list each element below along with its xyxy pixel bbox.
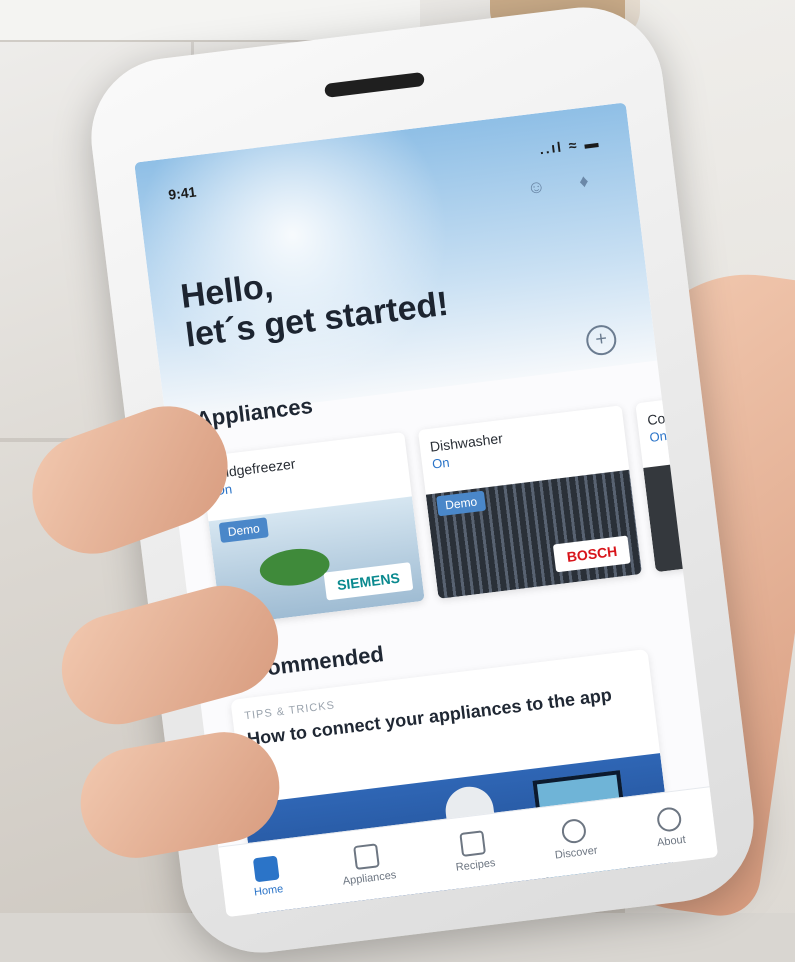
tab-recipes[interactable]: Recipes <box>452 829 496 874</box>
home-icon <box>252 855 280 883</box>
phone-speaker <box>323 71 425 99</box>
appliance-image <box>425 469 643 599</box>
tab-appliances[interactable]: Appliances <box>339 841 398 888</box>
tab-label: Discover <box>554 844 599 862</box>
tab-discover[interactable]: Discover <box>551 817 598 862</box>
appliance-card-dishwasher[interactable]: Dishwasher On Demo BOSCH <box>417 405 643 599</box>
appliance-image <box>643 443 719 573</box>
compass-icon <box>560 817 587 845</box>
tab-label: Home <box>253 883 284 899</box>
appliance-icon <box>353 843 381 870</box>
tab-label: About <box>656 833 687 850</box>
tab-about[interactable]: About <box>653 806 686 849</box>
tab-home[interactable]: Home <box>250 855 284 899</box>
smiley-icon <box>655 806 683 833</box>
tab-label: Recipes <box>455 857 497 874</box>
status-time: 9:41 <box>167 183 198 203</box>
recipe-icon <box>459 830 487 857</box>
vegetable-image <box>257 545 332 590</box>
profile-icon[interactable]: ☺ <box>524 175 549 200</box>
tab-label: Appliances <box>342 869 398 888</box>
notification-bell-icon[interactable]: ♦ <box>572 169 597 194</box>
